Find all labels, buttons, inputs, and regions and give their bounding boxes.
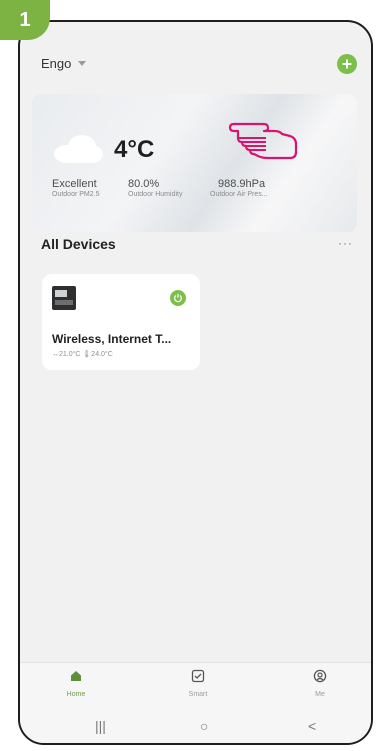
- device-name: Wireless, Internet T...: [52, 332, 172, 346]
- bottom-navigation: Home Smart Me: [20, 662, 371, 709]
- all-devices-title: All Devices: [41, 236, 116, 252]
- nav-home-label: Home: [66, 691, 86, 698]
- cloud-icon: [54, 135, 103, 163]
- smart-checkbox-icon: [191, 669, 205, 683]
- power-button[interactable]: [170, 290, 186, 306]
- pm25-label: Outdoor PM2.5: [52, 191, 100, 198]
- air-pressure-metric: 988.9hPa Outdoor Air Pres...: [210, 178, 268, 198]
- nav-smart-label: Smart: [188, 691, 208, 698]
- humidity-label: Outdoor Humidity: [128, 191, 183, 198]
- system-home-button[interactable]: ○: [200, 718, 208, 734]
- device-card[interactable]: Wireless, Internet T... ↔21.0°C 🌡24.0°C: [42, 274, 200, 370]
- recent-apps-button[interactable]: |||: [95, 718, 106, 734]
- humidity-value: 80.0%: [128, 178, 160, 190]
- home-name-label: Engo: [41, 56, 72, 71]
- nav-me-label: Me: [315, 691, 325, 698]
- caret-down-icon: [78, 61, 87, 66]
- thermostat-device-icon: [52, 286, 76, 310]
- home-icon: [71, 671, 81, 681]
- nav-me[interactable]: Me: [290, 669, 350, 698]
- profile-icon: [313, 669, 327, 683]
- pm25-metric: Excellent Outdoor PM2.5: [52, 178, 99, 198]
- plus-icon: [342, 59, 352, 69]
- humidity-metric: 80.0% Outdoor Humidity: [128, 178, 182, 198]
- add-device-button[interactable]: [337, 54, 357, 74]
- home-selector[interactable]: Engo: [41, 56, 87, 71]
- nav-home[interactable]: Home: [46, 669, 106, 698]
- power-icon: [174, 293, 182, 303]
- phone-screen: Engo 4°C Excellent Outdoor PM2.5 80.0% O…: [18, 20, 373, 745]
- air-pressure-label: Outdoor Air Pres...: [210, 191, 268, 198]
- outdoor-temperature: 4°C: [114, 136, 155, 163]
- weather-card[interactable]: 4°C Excellent Outdoor PM2.5 80.0% Outdoo…: [32, 94, 357, 232]
- air-pressure-value: 988.9hPa: [218, 178, 266, 190]
- step-number-badge: 1: [0, 0, 50, 40]
- nav-smart[interactable]: Smart: [168, 669, 228, 698]
- pointing-hand-icon: [228, 122, 298, 160]
- device-temperatures: ↔21.0°C 🌡24.0°C: [52, 351, 113, 358]
- pm25-value: Excellent: [52, 178, 97, 190]
- top-bar: Engo: [20, 22, 371, 84]
- more-options-button[interactable]: ···: [338, 236, 353, 250]
- system-navigation-bar: ||| ○ <: [20, 708, 371, 743]
- system-back-button[interactable]: <: [308, 718, 316, 734]
